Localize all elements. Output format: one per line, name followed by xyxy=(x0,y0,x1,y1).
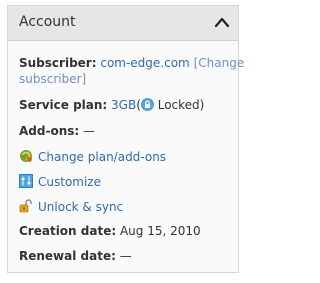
subscriber-domain-link[interactable]: com-edge.com xyxy=(100,56,189,70)
change-subscriber-link-cont[interactable]: subscriber] xyxy=(19,72,86,86)
customize-row[interactable]: Customize xyxy=(19,174,101,189)
customize-link[interactable]: Customize xyxy=(38,175,101,189)
locked-label: Locked) xyxy=(157,98,205,112)
chevron-up-icon[interactable] xyxy=(214,15,230,29)
service-plan-label: Service plan: xyxy=(19,98,108,112)
change-plan-link[interactable]: Change plan/add-ons xyxy=(38,150,166,164)
subscriber-row-cont: subscriber] xyxy=(19,72,86,86)
unlock-sync-link[interactable]: Unlock & sync xyxy=(38,200,123,214)
addons-row: Add-ons: — xyxy=(19,124,95,138)
service-plan-row: Service plan: 3GB( Locked) xyxy=(19,98,204,112)
panel-header[interactable]: Account xyxy=(8,6,238,41)
change-subscriber-link[interactable]: [Change xyxy=(194,56,245,70)
creation-date-label: Creation date: xyxy=(19,224,117,238)
addons-value: — xyxy=(83,124,96,138)
panel-title: Account xyxy=(19,14,76,30)
creation-date-value: Aug 15, 2010 xyxy=(119,224,201,238)
account-panel: Account Subscriber: com-edge.com [Change… xyxy=(7,5,244,273)
renewal-date-row: Renewal date: — xyxy=(19,249,132,263)
service-plan-link[interactable]: 3GB xyxy=(111,98,136,112)
change-plan-row[interactable]: Change plan/add-ons xyxy=(19,149,166,164)
renewal-date-label: Renewal date: xyxy=(19,249,116,263)
renewal-date-value: — xyxy=(119,249,132,263)
subscriber-row: Subscriber: com-edge.com [Change xyxy=(19,56,244,70)
subscriber-label: Subscriber: xyxy=(19,56,97,70)
creation-date-row: Creation date: Aug 15, 2010 xyxy=(19,224,201,238)
unlock-sync-row[interactable]: Unlock & sync xyxy=(19,199,123,214)
lock-icon xyxy=(141,98,154,111)
change-plan-icon xyxy=(19,149,33,163)
customize-icon xyxy=(19,174,33,188)
addons-label: Add-ons: xyxy=(19,124,80,138)
unlock-icon xyxy=(19,199,33,213)
